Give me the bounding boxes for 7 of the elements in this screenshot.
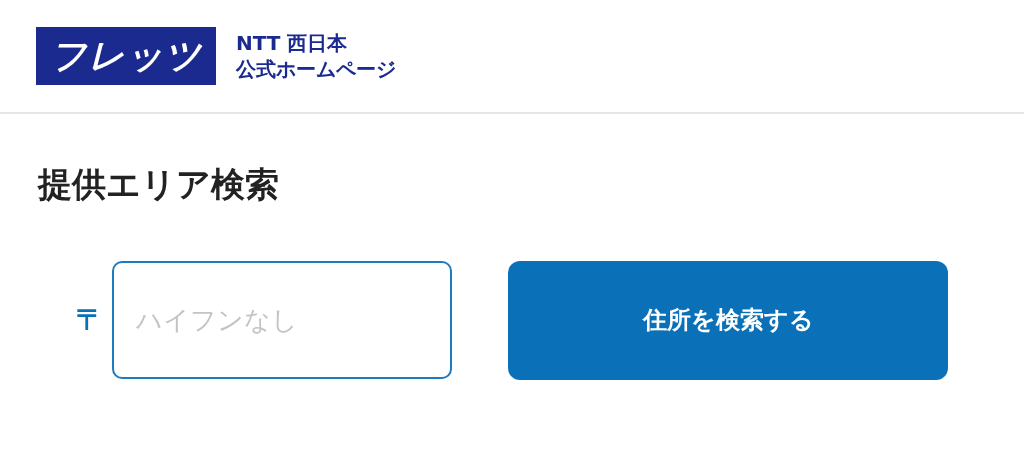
site-name: 公式ホームページ [236,56,396,82]
logo[interactable]: フレッツ [36,27,216,85]
postal-code-field[interactable]: ハイフンなし [112,261,452,380]
search-address-button[interactable]: 住所を検索する [508,260,948,380]
postal-mark: 〒 [76,302,105,339]
company-name: NTT 西日本 [236,30,349,56]
page-title: 提供エリア検索 [38,164,280,205]
